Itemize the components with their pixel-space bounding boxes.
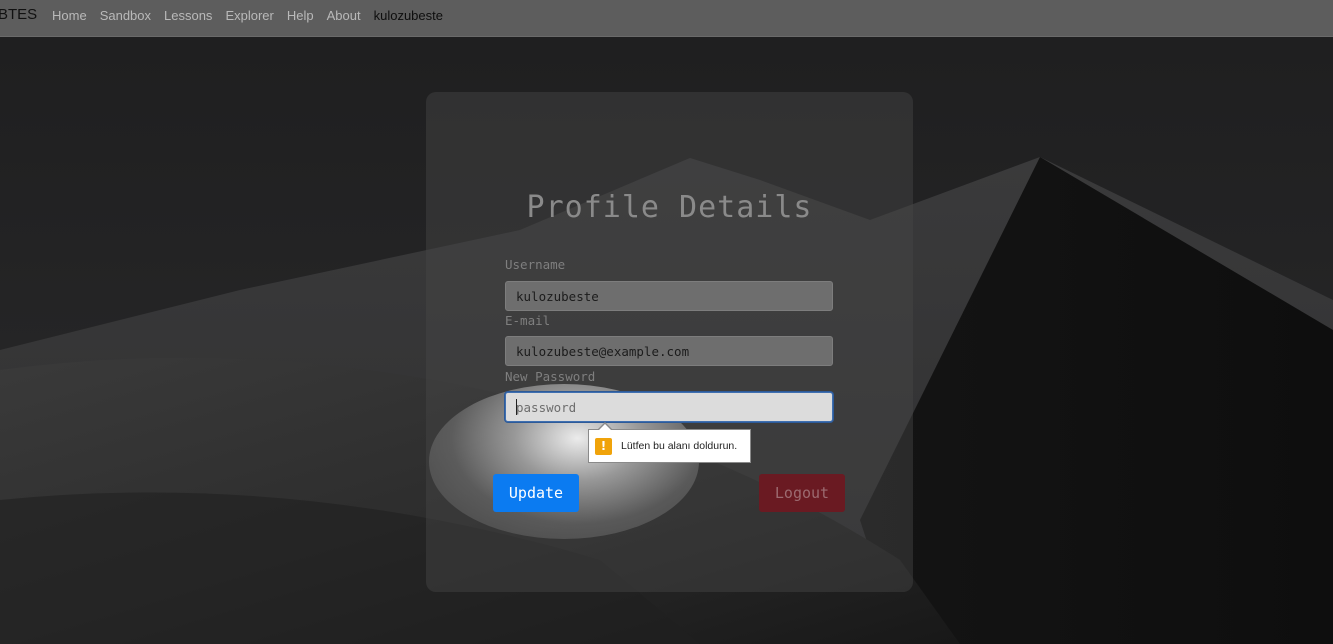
text-caret xyxy=(516,399,517,415)
new-password-input[interactable] xyxy=(505,392,833,422)
nav-link-user-profile[interactable]: kulozubeste xyxy=(374,8,443,23)
nav-link-explorer[interactable]: Explorer xyxy=(225,8,273,23)
nav-links: Home Sandbox Lessons Explorer Help About… xyxy=(52,0,456,30)
brand-logo-text[interactable]: BTES xyxy=(0,6,37,23)
username-input[interactable] xyxy=(505,281,833,311)
email-label: E-mail xyxy=(505,313,551,328)
email-input[interactable] xyxy=(505,336,833,366)
nav-link-sandbox[interactable]: Sandbox xyxy=(100,8,151,23)
validation-message: Lütfen bu alanı doldurun. xyxy=(621,440,738,452)
new-password-label: New Password xyxy=(505,369,596,384)
update-button[interactable]: Update xyxy=(493,474,579,512)
navbar: BTES Home Sandbox Lessons Explorer Help … xyxy=(0,0,1333,37)
nav-link-home[interactable]: Home xyxy=(52,8,87,23)
nav-link-lessons[interactable]: Lessons xyxy=(164,8,212,23)
warning-icon: ! xyxy=(595,437,612,455)
validation-tooltip: ! Lütfen bu alanı doldurun. xyxy=(588,422,751,463)
username-label: Username xyxy=(505,257,566,272)
nav-link-help[interactable]: Help xyxy=(287,8,314,23)
logout-button[interactable]: Logout xyxy=(759,474,845,512)
page-title: Profile Details xyxy=(526,190,813,225)
page: BTES Home Sandbox Lessons Explorer Help … xyxy=(0,0,1333,644)
nav-link-about[interactable]: About xyxy=(327,8,361,23)
